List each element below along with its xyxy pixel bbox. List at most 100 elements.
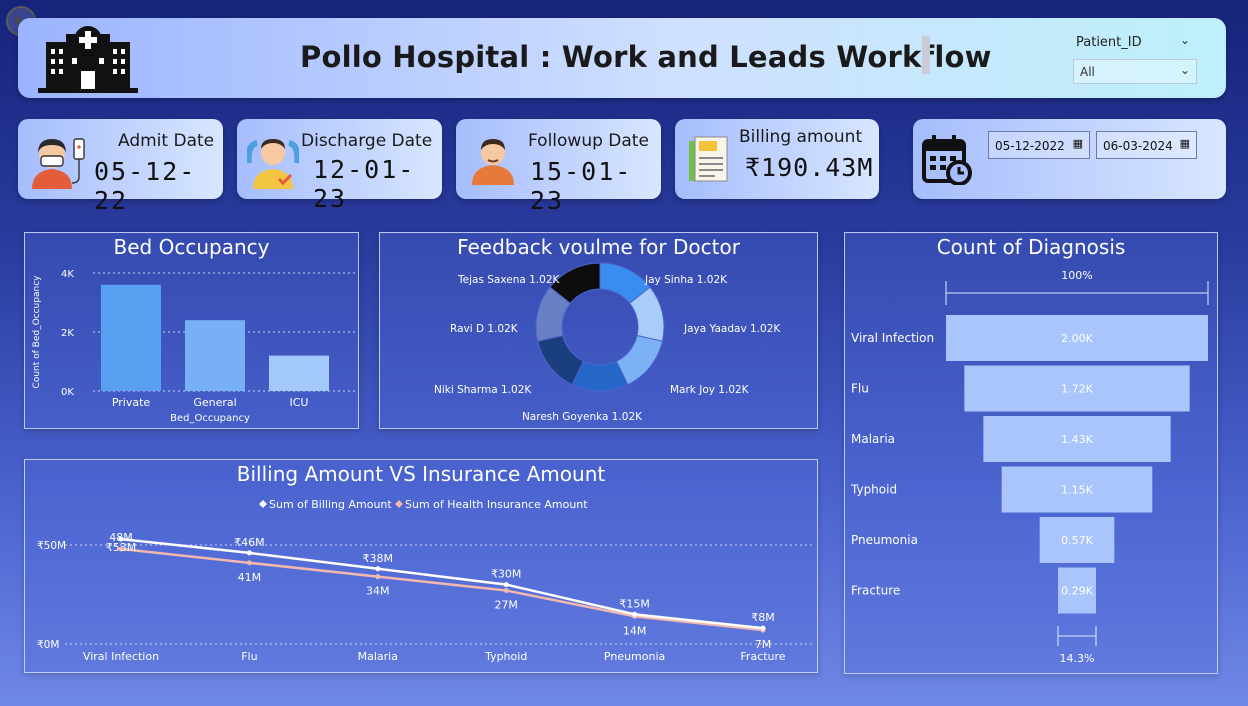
person-icon: [472, 139, 514, 185]
x-axis-label: Bed_Occupancy: [170, 413, 250, 424]
diagnosis-panel: Count of Diagnosis 100% 2.00K Viral Infect…: [844, 232, 1218, 674]
funnel-category-label: Viral Infection: [851, 331, 934, 345]
legend-label: Sum of Billing Amount: [269, 498, 392, 511]
y-tick-label: 4K: [61, 269, 74, 280]
discharge-date-value: 12-01-23: [313, 155, 416, 213]
billing-point: [632, 611, 638, 617]
slice-label: Ravi D 1.02K: [450, 323, 519, 335]
diagnosis-funnel-chart: 100% 2.00K Viral Infection 1.72K Flu 1.43K Mal…: [850, 269, 1209, 665]
insurance-point: [246, 560, 252, 566]
y-tick-label: ₹50M: [37, 540, 66, 552]
feedback-donut-chart: Jay Sinha 1.02K Jaya Yaadav 1.02K Mark Joy…: [434, 262, 781, 423]
start-date-value: 05-12-2022: [995, 139, 1065, 153]
x-tick-label: Viral Infection: [83, 650, 159, 663]
x-tick-label: Private: [112, 396, 151, 409]
billing-data-label: ₹8M: [751, 611, 775, 624]
billing-point: [760, 625, 766, 631]
funnel-category-label: Malaria: [851, 432, 895, 446]
kpi-card-billing-amount: Billing amount ₹190.43M: [675, 119, 879, 199]
billing-data-label: ₹53M: [106, 541, 137, 554]
billing-data-label: ₹38M: [363, 552, 394, 565]
patient-mask-icon: [32, 138, 85, 189]
insurance-data-label: 41M: [238, 571, 262, 584]
insurance-data-label: 7M: [755, 638, 772, 651]
followup-date-label: Followup Date: [528, 131, 649, 151]
billing-insurance-panel: Billing Amount VS Insurance Amount ₹0M ₹5…: [24, 459, 818, 673]
y-tick-label: 2K: [61, 328, 74, 339]
billing-amount-value: ₹190.43M: [745, 153, 874, 182]
billing-point: [503, 582, 509, 588]
top-percent-label: 100%: [1061, 269, 1092, 282]
funnel-value-label: 0.57K: [1061, 534, 1093, 547]
billing-insurance-line-chart: ₹0M ₹50M Sum of Billing Amount Sum of Healt…: [37, 498, 815, 663]
kpi-card-discharge-date: Discharge Date 12-01-23: [237, 119, 442, 213]
bill-icon: [689, 136, 728, 182]
funnel-value-label: 1.15K: [1061, 484, 1093, 497]
billing-data-label: ₹46M: [234, 536, 265, 549]
insurance-point: [375, 574, 381, 580]
x-tick-label: Pneumonia: [604, 650, 665, 663]
bottom-percent-label: 14.3%: [1060, 652, 1095, 665]
bar-private: [101, 284, 161, 391]
funnel-category-label: Fracture: [851, 584, 900, 598]
billing-point: [246, 550, 252, 556]
end-date-input[interactable]: 06-03-2024 ▦: [1096, 131, 1197, 159]
slice-label: Jay Sinha 1.02K: [644, 274, 728, 286]
insurance-data-label: 27M: [494, 599, 518, 612]
slice-label: Naresh Goyenka 1.02K: [522, 411, 643, 423]
calendar-small-icon: ▦: [1179, 137, 1190, 150]
x-tick-label: Flu: [241, 650, 257, 663]
insurance-data-label: 14M: [623, 624, 647, 637]
bar-general: [185, 320, 245, 391]
funnel-value-label: 2.00K: [1061, 332, 1093, 345]
patient-id-dropdown-value: All: [1080, 65, 1095, 79]
feedback-panel: Feedback voulme for Doctor Jay Sinha 1.0…: [379, 232, 818, 429]
followup-date-value: 15-01-23: [530, 157, 633, 215]
legend-label: Sum of Health Insurance Amount: [405, 498, 588, 511]
calendar-small-icon: ▦: [1072, 137, 1083, 150]
kpi-card-followup-date: Followup Date 15-01-23: [456, 119, 661, 215]
admit-date-label: Admit Date: [118, 131, 215, 151]
slice-label: Mark Joy 1.02K: [670, 384, 750, 396]
end-date-value: 06-03-2024: [1103, 139, 1173, 153]
bed-occupancy-chart: 0K 2K 4K Private General ICU Bed_Occupancy Coun…: [32, 269, 355, 424]
chevron-down-icon[interactable]: ⌄: [1180, 33, 1190, 47]
date-range-card: 05-12-2022 ▦ 06-03-2024 ▦: [913, 119, 1226, 199]
slice-label: Tejas Saxena 1.02K: [457, 274, 561, 286]
x-tick-label: General: [193, 396, 236, 409]
slice-label: Jaya Yaadav 1.02K: [683, 323, 781, 335]
patient-id-slicer-label: Patient_ID: [1076, 35, 1142, 50]
title-cursor: [922, 36, 930, 74]
discharge-date-label: Discharge Date: [301, 131, 433, 151]
start-date-input[interactable]: 05-12-2022 ▦: [988, 131, 1090, 159]
funnel-value-label: 1.43K: [1061, 433, 1093, 446]
y-tick-label: 0K: [61, 387, 74, 398]
x-tick-label: Fracture: [740, 650, 785, 663]
legend-marker: [395, 500, 403, 508]
patient-id-dropdown[interactable]: All ⌄: [1073, 59, 1197, 84]
funnel-value-label: 0.29K: [1061, 585, 1093, 598]
legend-marker: [259, 500, 267, 508]
billing-point: [375, 566, 381, 572]
slice-label: Niki Sharma 1.02K: [434, 384, 532, 396]
funnel-category-label: Typhoid: [850, 483, 897, 497]
x-tick-label: Typhoid: [484, 650, 527, 663]
insurance-data-label: 34M: [366, 585, 390, 598]
billing-data-label: ₹15M: [619, 597, 650, 610]
billing-data-label: ₹30M: [491, 568, 522, 581]
x-tick-label: ICU: [290, 396, 309, 409]
insurance-point: [503, 588, 509, 594]
funnel-category-label: Flu: [851, 382, 869, 396]
bar-icu: [269, 355, 329, 391]
hospital-icon: [38, 24, 138, 98]
x-tick-label: Malaria: [358, 650, 398, 663]
kpi-card-admit-date: Admit Date 05-12-22: [18, 119, 223, 215]
chevron-down-icon: ⌄: [1179, 63, 1190, 77]
funnel-category-label: Pneumonia: [851, 533, 918, 547]
y-axis-label: Count of Bed_Occupancy: [32, 275, 42, 389]
patient-strong-icon: [247, 139, 299, 189]
y-tick-label: ₹0M: [37, 639, 59, 651]
calendar-icon: [922, 135, 972, 185]
bed-occupancy-panel: Bed Occupancy 0K 2K 4K Private General ICU Bed…: [24, 232, 359, 429]
admit-date-value: 05-12-22: [94, 157, 197, 215]
